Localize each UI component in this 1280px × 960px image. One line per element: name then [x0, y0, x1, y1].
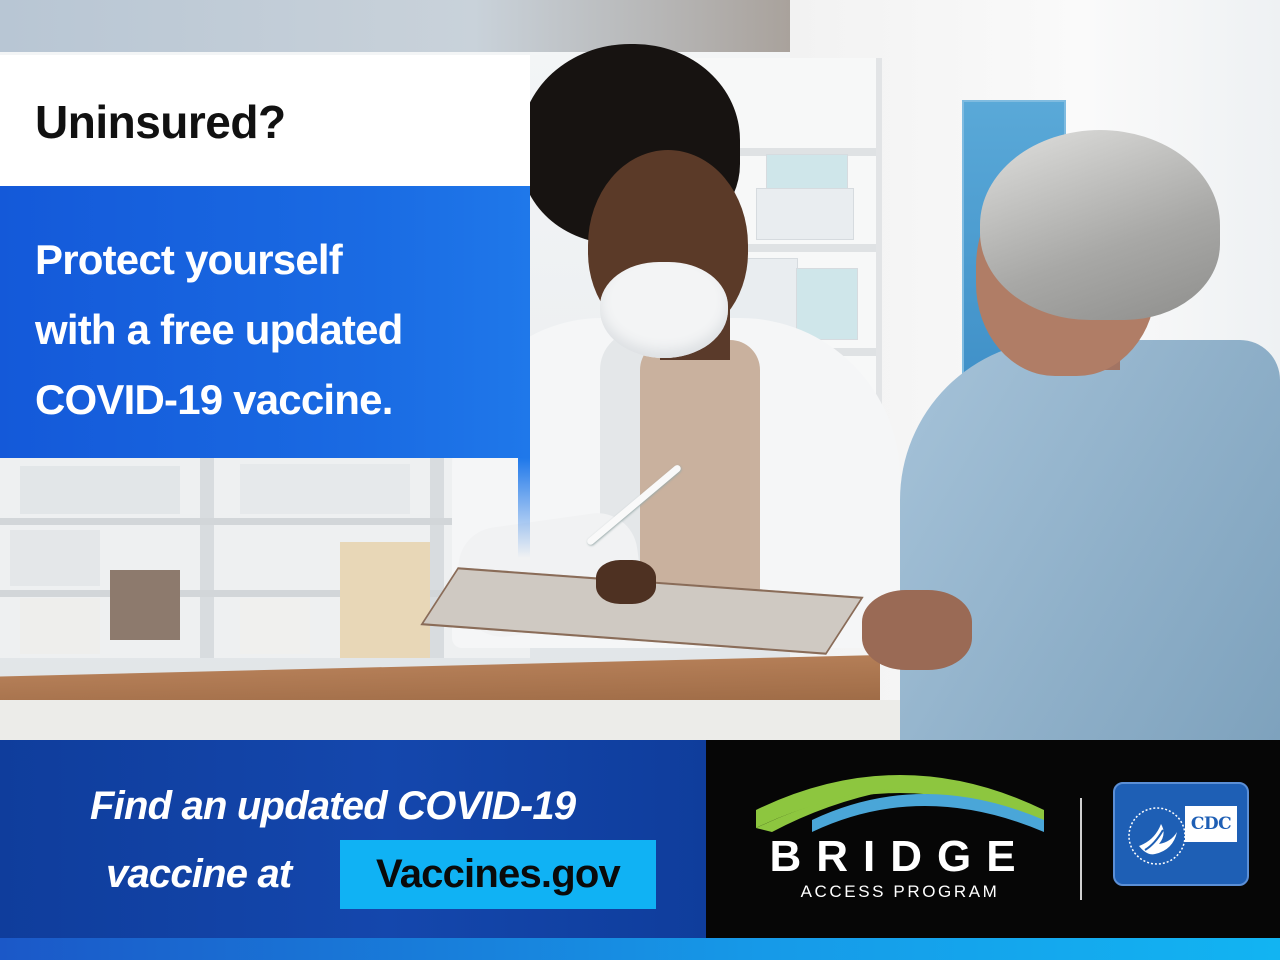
cdc-wordmark: CDC: [1185, 806, 1237, 842]
headline-line-1: Protect yourself: [35, 236, 343, 283]
foreground-shelves: [0, 458, 530, 658]
panel-edge-accent: [518, 458, 530, 558]
headline-question-panel: Uninsured?: [0, 55, 530, 186]
customer-sweater: [900, 340, 1280, 740]
customer-hair: [980, 130, 1220, 320]
headline-question: Uninsured?: [35, 96, 286, 148]
logo-divider: [1080, 798, 1082, 900]
face-mask: [600, 262, 728, 358]
bottom-accent-stripe: [0, 938, 1280, 960]
customer-hands: [862, 590, 972, 670]
bridge-wordmark: BRIDGE: [769, 832, 1031, 881]
headline-line-3: COVID-19 vaccine.: [35, 376, 393, 423]
bridge-subtitle: ACCESS PROGRAM: [800, 882, 1000, 901]
headline-line-2: with a free updated: [35, 306, 403, 353]
ceiling-band: [0, 0, 790, 52]
headline-message-panel: Protect yourself with a free updated COV…: [0, 186, 530, 458]
bridge-arch-logo-icon: [756, 775, 1044, 832]
counter-front: [0, 700, 900, 740]
hhs-eagle-seal-icon: [1128, 807, 1186, 865]
cdc-logo: CDC: [1113, 782, 1249, 886]
cta-line-1: Find an updated COVID-19: [90, 784, 576, 828]
vaccines-gov-link[interactable]: Vaccines.gov: [340, 840, 656, 909]
cta-line-2: vaccine at: [106, 852, 292, 896]
pharmacist-hand: [596, 560, 656, 604]
